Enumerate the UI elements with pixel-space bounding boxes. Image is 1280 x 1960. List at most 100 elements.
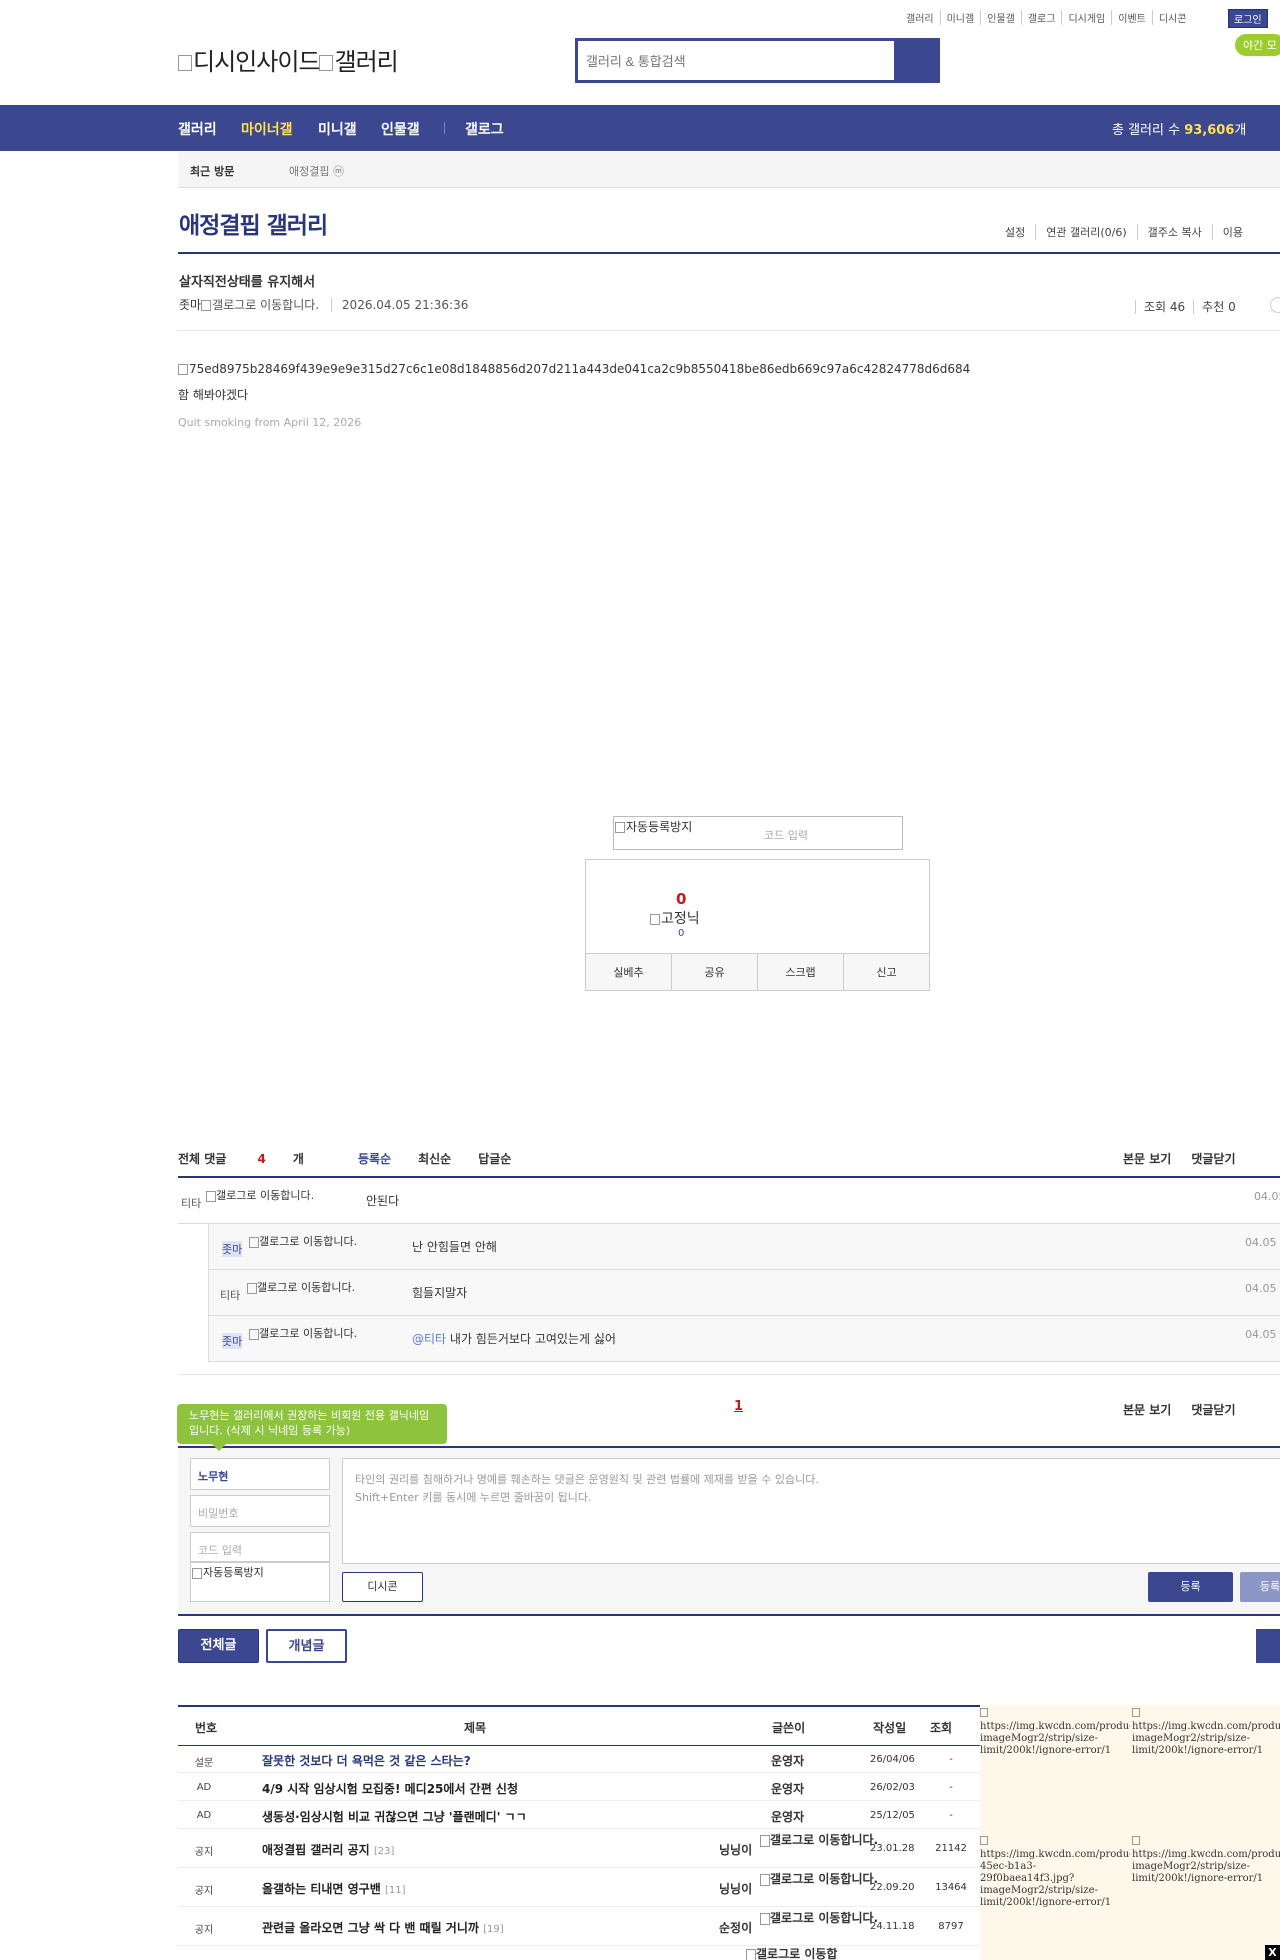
- textarea-placeholder-line1: 타인의 권리를 침해하거나 명예를 훼손하는 댓글은 운영원칙 및 관련 법률에…: [355, 1473, 819, 1486]
- sort-reply[interactable]: 답글순: [478, 1150, 511, 1167]
- row-title[interactable]: 올갤하는 티내면 영구밴 [11]: [262, 1880, 405, 1897]
- ad-product-image[interactable]: https://img.kwcdn.com/product/open/goods…: [980, 1708, 1130, 1757]
- comment-nick[interactable]: 티타: [220, 1287, 240, 1303]
- nav-minor-gallery[interactable]: 마이너갤: [241, 119, 293, 139]
- list-row[interactable]: 공지 올갤하는 티내면 영구밴 [11] 닝닝이 갤로그로 이동합니다. 22.…: [178, 1868, 980, 1907]
- ad-product-image[interactable]: https://img.kwcdn.com/product/open/goods…: [1132, 1708, 1280, 1757]
- comment-mention[interactable]: @티타: [412, 1332, 446, 1346]
- view-body-button[interactable]: 본문 보기: [1113, 1401, 1181, 1418]
- recent-visit-item[interactable]: 애정결핍 ⓜ: [289, 163, 344, 179]
- code-field[interactable]: 코드 입력: [190, 1532, 330, 1562]
- row-gallog-link[interactable]: 갤로그로 이동합니다.: [760, 1833, 878, 1847]
- top-menu-dcgame[interactable]: 디시게임: [1062, 10, 1113, 25]
- view-body-button[interactable]: 본문 보기: [1113, 1150, 1181, 1167]
- comment-nick[interactable]: 티타: [181, 1195, 201, 1211]
- related-gallery-link[interactable]: 연관 갤러리(0/6): [1036, 224, 1138, 240]
- comment-textarea[interactable]: 타인의 권리를 침해하거나 명예를 훼손하는 댓글은 운영원칙 및 관련 법률에…: [342, 1458, 1280, 1564]
- night-mode-toggle[interactable]: 야간 모: [1235, 34, 1280, 56]
- list-row[interactable]: AD 4/9 시작 임상시험 모집중! 메디25에서 간편 신청 운영자 26/…: [178, 1773, 980, 1801]
- close-comments-button[interactable]: 댓글닫기: [1181, 1150, 1245, 1167]
- comment-nick[interactable]: 좃마: [222, 1241, 243, 1257]
- nickname-field[interactable]: 노무현: [190, 1458, 330, 1490]
- scrap-button[interactable]: 스크랩: [758, 954, 844, 990]
- nav-mini-gallery[interactable]: 미니갤: [318, 119, 357, 139]
- nav-people-gallery[interactable]: 인물갤: [381, 119, 420, 139]
- row-title[interactable]: 잘못한 것보다 더 욕먹은 것 같은 스타는?: [262, 1752, 471, 1769]
- list-row[interactable]: 설문 잘못한 것보다 더 욕먹은 것 같은 스타는? 운영자 26/04/06 …: [178, 1746, 980, 1773]
- more-options-icon[interactable]: [1270, 297, 1280, 313]
- row-title[interactable]: 4/9 시작 임상시험 모집중! 메디25에서 간편 신청: [262, 1780, 518, 1797]
- row-reply-count[interactable]: [11]: [385, 1885, 406, 1896]
- sort-latest[interactable]: 최신순: [418, 1150, 451, 1167]
- comment-gallog-link[interactable]: 갤로그로 이동합니다.: [247, 1282, 372, 1294]
- comment-nick[interactable]: 좃마: [222, 1333, 243, 1349]
- search-input[interactable]: [586, 48, 906, 74]
- top-menu-event[interactable]: 이벤트: [1112, 10, 1153, 25]
- comment-gallog-link[interactable]: 갤로그로 이동합니다.: [249, 1328, 374, 1340]
- ad-image-alt: https://img.kwcdn.com/product/open/goods…: [980, 1721, 1130, 1756]
- post-author[interactable]: 좃마: [179, 298, 201, 312]
- login-button[interactable]: 로그인: [1228, 9, 1268, 28]
- row-reply-count[interactable]: [23]: [374, 1846, 395, 1857]
- gallog-link[interactable]: 갤로그로 이동합니다.: [201, 298, 319, 312]
- row-writer[interactable]: 운영자: [771, 1808, 804, 1825]
- list-row[interactable]: 공지 애정결핍 갤러리 공지 [23] 닝닝이 갤로그로 이동합니다. 23.0…: [178, 1829, 980, 1868]
- usage-link[interactable]: 이용: [1213, 224, 1253, 240]
- top-menu-gallery[interactable]: 갤러리: [900, 10, 941, 25]
- nav-gallery[interactable]: 갤러리: [178, 119, 217, 139]
- broken-image-icon: [192, 1567, 202, 1579]
- comment-gallog-link[interactable]: 갤로그로 이동합니다.: [206, 1190, 331, 1202]
- row-title[interactable]: 애정결핍 갤러리 공지 [23]: [262, 1841, 394, 1858]
- ad-panel: https://img.kwcdn.com/product/open/goods…: [980, 1705, 1280, 1960]
- list-row[interactable]: AD 생동성·임상시험 비교 귀찮으면 그냥 '플랜메디' ㄱㄱ 운영자 25/…: [178, 1801, 980, 1829]
- top-menu-dccon[interactable]: 디시콘: [1153, 10, 1193, 25]
- write-post-button[interactable]: [1256, 1629, 1280, 1663]
- top-menu-people[interactable]: 인물갤: [981, 10, 1022, 25]
- row-gallog-link[interactable]: 갤로그로 이동합니다.: [760, 1911, 878, 1925]
- broken-image-icon: [1132, 1836, 1140, 1845]
- row-writer[interactable]: 순정이: [719, 1919, 752, 1936]
- gallery-settings-link[interactable]: 설정: [995, 224, 1037, 240]
- comment-page-1[interactable]: 1: [734, 1399, 743, 1414]
- top-menu-minigal[interactable]: 미니갤: [941, 10, 982, 25]
- nav-gallog[interactable]: 갤로그: [465, 119, 504, 139]
- row-writer[interactable]: 닝닝이: [719, 1880, 752, 1897]
- fixed-nick-recommend-button[interactable]: 고정닉: [650, 908, 700, 928]
- list-row[interactable]: 공지 관련글 올라오면 그냥 싹 다 밴 때릴 거니까 [19] 순정이 갤로그…: [178, 1907, 980, 1946]
- tab-concept-posts[interactable]: 개념글: [266, 1629, 347, 1663]
- captcha-code-input[interactable]: 코드 입력: [764, 827, 808, 843]
- share-button[interactable]: 공유: [672, 954, 758, 990]
- submit-recommend-button[interactable]: 등록: [1240, 1572, 1280, 1602]
- row-views: -: [949, 1782, 953, 1793]
- broken-image-icon: [615, 822, 625, 833]
- row-writer[interactable]: 운영자: [771, 1752, 804, 1769]
- top-menu-gallog[interactable]: 갤로그: [1022, 10, 1063, 25]
- comment-date: 04.05 2: [1245, 1328, 1280, 1341]
- copy-gallery-address-link[interactable]: 갤주소 복사: [1138, 224, 1213, 240]
- row-writer[interactable]: 닝닝이: [719, 1841, 752, 1858]
- best-recommend-button[interactable]: 실베추: [586, 954, 672, 990]
- site-logo[interactable]: 디시인사이드 갤러리: [178, 42, 399, 77]
- row-reply-count[interactable]: [19]: [483, 1924, 504, 1935]
- row-title[interactable]: 생동성·임상시험 비교 귀찮으면 그냥 '플랜메디' ㄱㄱ: [262, 1808, 527, 1825]
- password-field[interactable]: 비밀번호: [190, 1495, 330, 1527]
- row-title[interactable]: 관련글 올라오면 그냥 싹 다 밴 때릴 거니까 [19]: [262, 1919, 504, 1936]
- row-gallog-link[interactable]: 갤로그로 이동합: [746, 1947, 838, 1960]
- sort-registered[interactable]: 등록순: [358, 1150, 391, 1167]
- row-gallog-link[interactable]: 갤로그로 이동합니다.: [760, 1872, 878, 1886]
- search-button[interactable]: [894, 41, 937, 80]
- report-button[interactable]: 신고: [844, 954, 929, 990]
- tab-all-posts[interactable]: 전체글: [178, 1629, 259, 1663]
- row-writer[interactable]: 운영자: [771, 1780, 804, 1797]
- logo-gallery-text: 갤러리: [334, 48, 398, 76]
- close-comments-button[interactable]: 댓글닫기: [1181, 1401, 1245, 1418]
- dccon-button[interactable]: 디시콘: [342, 1572, 423, 1602]
- ad-product-image[interactable]: https://img.kwcdn.com/product/fancy/b1ff…: [980, 1836, 1130, 1909]
- comment-gallog-link[interactable]: 갤로그로 이동합니다.: [249, 1236, 374, 1248]
- ad-close-button[interactable]: X: [1265, 1945, 1280, 1960]
- gallog-alt-text: 갤로그로 이동합: [756, 1947, 838, 1960]
- ad-product-image[interactable]: https://img.kwcdn.com/product/open/goods…: [1132, 1836, 1280, 1885]
- list-row-partial[interactable]: 갤로그로 이동합: [178, 1946, 980, 1960]
- submit-button[interactable]: 등록: [1148, 1572, 1233, 1602]
- gallery-title[interactable]: 애정결핍 갤러리: [179, 206, 328, 240]
